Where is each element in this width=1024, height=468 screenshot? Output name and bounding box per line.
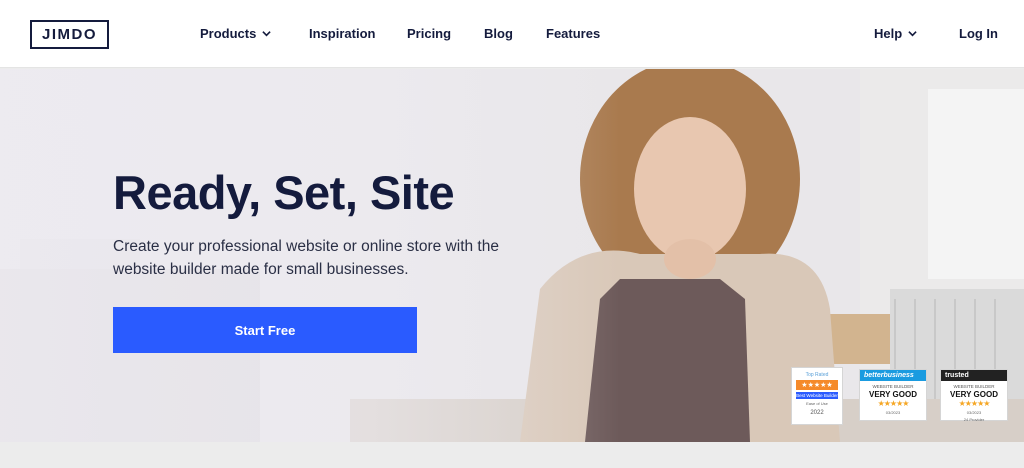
trusted-badge[interactable]: trusted WEBSITE BUILDER VERY GOOD ★★★★★ … (940, 369, 1008, 422)
badge-date: 03/2023 (885, 410, 901, 415)
site-header: JIMDO Products Inspiration Pricing Blog … (0, 0, 1024, 68)
nav-pricing-label: Pricing (407, 26, 452, 41)
badge-source: Top Rated (805, 372, 829, 378)
betterbusiness-badge[interactable]: betterbusiness WEBSITE BUILDER VERY GOOD… (859, 369, 927, 421)
hero-section: Ready, Set, Site Create your professiona… (0, 69, 1024, 442)
badge-category: WEBSITE BUILDER (872, 384, 914, 389)
jimdo-logo[interactable]: JIMDO (30, 20, 109, 49)
badge-tested: 24 Provider (963, 417, 985, 422)
badge-source: betterbusiness (860, 370, 926, 381)
top-rated-badge[interactable]: Top Rated ★★★★★ Best Website Builder Eas… (791, 367, 843, 425)
badge-rating: VERY GOOD (949, 390, 998, 399)
badge-sublabel: Ease of Use (806, 401, 828, 406)
nav-help-label: Help (874, 26, 903, 41)
nav-features-label: Features (546, 26, 601, 41)
hero-title: Ready, Set, Site (113, 166, 455, 219)
start-free-button[interactable]: Start Free (113, 307, 417, 353)
login-link[interactable]: Log In (959, 26, 998, 41)
nav-inspiration-label: Inspiration (309, 26, 376, 41)
chevron-down-icon (262, 31, 272, 37)
next-section-edge (0, 442, 1024, 468)
login-label: Log In (959, 26, 998, 41)
nav-help[interactable]: Help (874, 26, 917, 41)
chevron-down-icon (908, 31, 917, 37)
badge-label: Best Website Builder (796, 392, 838, 399)
nav-products[interactable]: Products (200, 26, 272, 41)
nav-blog[interactable]: Blog (484, 26, 513, 41)
badge-stars: ★★★★★ (796, 380, 838, 390)
badge-stars: ★★★★★ (958, 399, 991, 408)
nav-features[interactable]: Features (546, 26, 600, 41)
badge-rating: VERY GOOD (868, 390, 917, 399)
badge-year: 2022 (810, 410, 824, 416)
nav-inspiration[interactable]: Inspiration (309, 26, 375, 41)
nav-products-label: Products (200, 26, 257, 41)
nav-pricing[interactable]: Pricing (407, 26, 451, 41)
badge-source: trusted (941, 370, 1007, 381)
badge-date: 03/2023 (966, 410, 982, 415)
hero-subtitle: Create your professional website or onli… (113, 238, 499, 278)
nav-blog-label: Blog (484, 26, 513, 41)
badge-stars: ★★★★★ (877, 399, 910, 408)
badge-category: WEBSITE BUILDER (953, 384, 995, 389)
